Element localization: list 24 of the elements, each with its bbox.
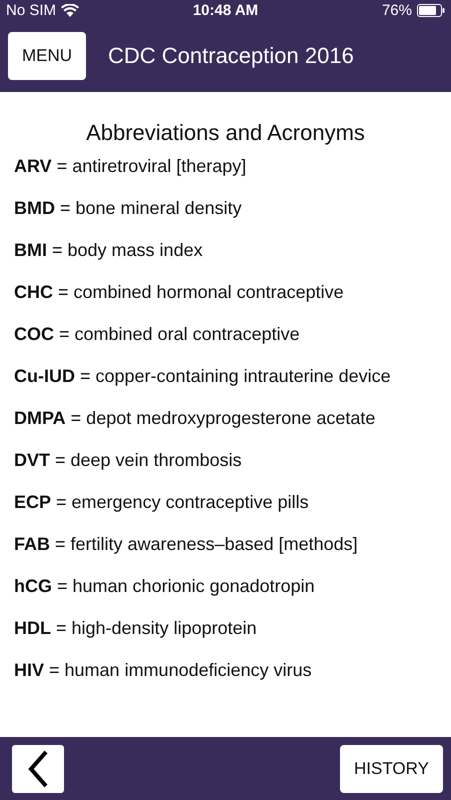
abbreviation-entry: FAB = fertility awareness–based [methods] xyxy=(14,533,359,556)
wifi-icon xyxy=(61,4,80,16)
abbreviation-entry: BMD = bone mineral density xyxy=(14,197,243,220)
abbreviation-entry: CHC = combined hormonal contraceptive xyxy=(14,281,345,304)
abbreviation-entry: HDL = high-density lipoprotein xyxy=(14,617,258,640)
abbreviation-entry: ECP = emergency contraceptive pills xyxy=(14,491,310,514)
abbreviation-entry: COC = combined oral contraceptive xyxy=(14,323,301,346)
back-button[interactable] xyxy=(12,744,64,792)
page-heading: Abbreviations and Acronyms xyxy=(85,120,366,146)
history-button[interactable]: HISTORY xyxy=(340,744,443,792)
abbreviation-entry: hCG = human chorionic gonadotropin xyxy=(14,575,316,598)
abbreviation-entry: ARV = antiretroviral [therapy] xyxy=(14,155,248,178)
carrier-text: No SIM xyxy=(6,2,56,18)
abbreviation-entry: BMI = body mass index xyxy=(14,239,204,262)
abbreviation-entry: HIV = human immunodeficiency virus xyxy=(14,659,313,682)
chevron-left-icon xyxy=(27,750,49,788)
abbreviation-entry: DVT = deep vein thrombosis xyxy=(14,449,243,472)
battery-icon xyxy=(417,4,445,16)
abbreviation-entry: DMPA = depot medroxyprogesterone acetate xyxy=(14,407,376,430)
time-text: 10:48 AM xyxy=(192,2,258,18)
battery-text: 76% xyxy=(382,2,412,18)
menu-button[interactable]: MENU xyxy=(8,32,86,80)
app-title: CDC Contraception 2016 xyxy=(108,43,354,69)
abbreviation-entry: Cu-IUD = copper-containing intrauterine device xyxy=(14,365,392,388)
